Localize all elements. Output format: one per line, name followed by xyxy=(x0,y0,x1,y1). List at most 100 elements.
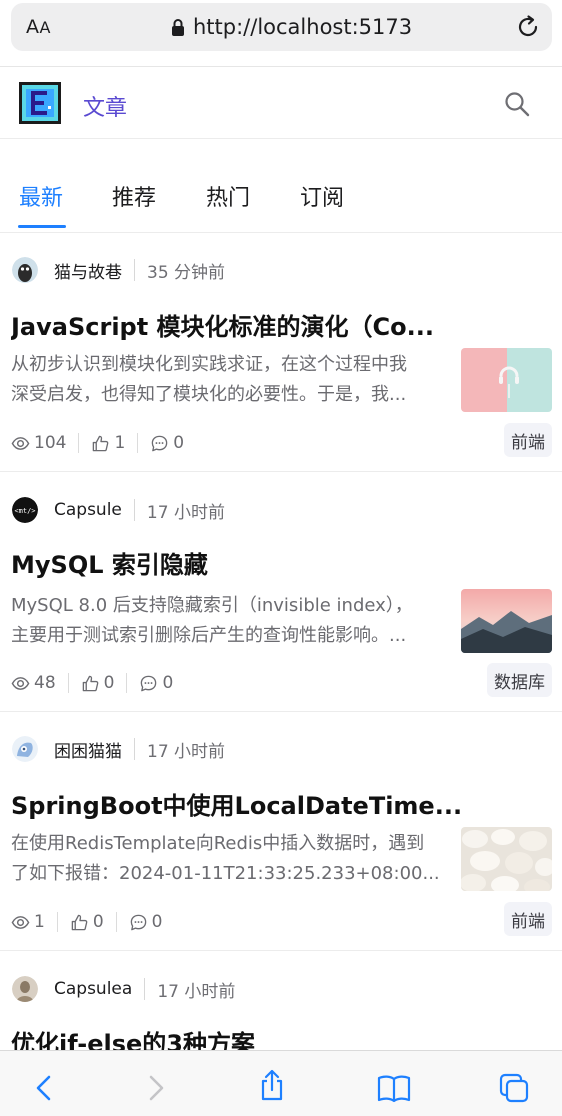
author-avatar[interactable] xyxy=(12,736,38,762)
category-tag[interactable]: 数据库 xyxy=(487,663,552,697)
thumb-up-icon xyxy=(71,914,88,930)
article-summary[interactable]: 从初步认识到模块化到实践求证，在这个过程中我 深受启发，也得知了模块化的必要性。… xyxy=(11,350,457,410)
divider xyxy=(137,433,139,453)
svg-text:<mt/>: <mt/> xyxy=(14,507,35,515)
post-time: 17 小时前 xyxy=(157,981,236,1002)
likes-count: 1 xyxy=(114,433,126,453)
article-summary[interactable]: MySQL 8.0 后支持隐藏索引（invisible index）， 主要用于… xyxy=(11,591,457,651)
article-stats: 48 0 0 xyxy=(11,671,173,695)
aa-label-small: A xyxy=(39,18,51,37)
article-item[interactable]: 猫与故巷 35 分钟前 JavaScript 模块化标准的演化（Co... 从初… xyxy=(0,255,562,472)
feed-tabs: 最新 推荐 热门 订阅 xyxy=(0,168,562,233)
url-text: http://localhost:5173 xyxy=(193,15,413,39)
reader-settings-button[interactable]: AA xyxy=(26,16,51,38)
comments-count: 0 xyxy=(162,673,174,693)
likes-stat[interactable]: 1 xyxy=(91,433,125,453)
divider xyxy=(144,978,146,1000)
aa-label-big: A xyxy=(26,16,40,38)
views-stat: 104 xyxy=(11,433,66,453)
author-name[interactable]: Capsulea xyxy=(54,979,132,999)
divider xyxy=(56,912,58,932)
divider xyxy=(134,259,135,281)
share-icon[interactable] xyxy=(255,1068,289,1102)
article-thumbnail[interactable] xyxy=(461,348,552,412)
tab-subscribed[interactable]: 订阅 xyxy=(300,180,344,212)
post-time: 17 小时前 xyxy=(147,741,226,762)
post-time: 17 小时前 xyxy=(146,502,225,523)
divider xyxy=(78,433,80,453)
forward-icon[interactable] xyxy=(138,1071,172,1105)
views-count: 104 xyxy=(34,433,67,453)
divider xyxy=(133,499,135,521)
summary-line: 了如下报错：2024-01-11T21:33:25.233+08:00... xyxy=(11,863,440,884)
bookmarks-icon[interactable] xyxy=(377,1071,411,1105)
author-row: 猫与故巷 35 分钟前 xyxy=(12,255,225,285)
comments-stat[interactable]: 0 xyxy=(139,673,173,693)
likes-stat[interactable]: 0 xyxy=(81,673,115,693)
article-item[interactable]: 困困猫猫 17 小时前 SpringBoot中使用LocalDateTime..… xyxy=(0,734,562,951)
views-stat: 1 xyxy=(11,912,45,932)
comment-icon xyxy=(141,675,157,691)
article-summary[interactable]: 在使用RedisTemplate向Redis中插入数据时，遇到 了如下报错：20… xyxy=(11,829,457,889)
tab-latest[interactable]: 最新 xyxy=(19,180,63,212)
divider xyxy=(126,673,128,693)
likes-stat[interactable]: 0 xyxy=(70,912,104,932)
divider xyxy=(67,673,69,693)
tabs-icon[interactable] xyxy=(497,1071,531,1105)
article-stats: 104 1 0 xyxy=(11,431,184,455)
tab-hot[interactable]: 热门 xyxy=(206,180,250,212)
thumb-up-icon xyxy=(82,675,98,691)
post-time: 35 分钟前 xyxy=(147,262,226,283)
back-icon[interactable] xyxy=(28,1071,62,1105)
likes-count: 0 xyxy=(103,673,115,693)
article-thumbnail[interactable] xyxy=(461,589,552,653)
article-title[interactable]: JavaScript 模块化标准的演化（Co... xyxy=(11,307,551,342)
url-display[interactable]: http://localhost:5173 xyxy=(171,14,412,40)
comments-stat[interactable]: 0 xyxy=(129,912,163,932)
views-count: 1 xyxy=(34,912,45,932)
author-row: Capsulea 17 小时前 xyxy=(12,974,235,1004)
author-avatar[interactable] xyxy=(12,976,38,1002)
thumb-up-icon xyxy=(93,435,109,451)
author-name[interactable]: 困困猫猫 xyxy=(54,737,122,762)
app-title[interactable]: 文章 xyxy=(83,90,127,122)
eye-icon xyxy=(11,676,30,690)
eye-icon xyxy=(11,915,30,929)
comment-icon xyxy=(130,914,146,930)
author-avatar[interactable] xyxy=(12,257,38,283)
views-stat: 48 xyxy=(11,673,56,693)
tab-recommended[interactable]: 推荐 xyxy=(112,180,156,212)
app-logo[interactable] xyxy=(16,79,64,127)
lock-icon xyxy=(172,18,184,36)
reload-icon[interactable] xyxy=(514,13,542,41)
active-tab-indicator xyxy=(18,225,66,228)
search-icon[interactable] xyxy=(503,90,531,118)
likes-count: 0 xyxy=(92,912,104,932)
summary-line: 从初步认识到模块化到实践求证，在这个过程中我 xyxy=(11,354,407,375)
summary-line: 主要用于测试索引删除后产生的查询性能影响。... xyxy=(11,625,407,646)
category-tag[interactable]: 前端 xyxy=(504,902,552,936)
eye-icon xyxy=(11,436,30,450)
views-count: 48 xyxy=(34,673,56,693)
comments-count: 0 xyxy=(173,433,185,453)
author-row: 困困猫猫 17 小时前 xyxy=(12,734,225,764)
divider xyxy=(134,738,135,760)
category-tag[interactable]: 前端 xyxy=(504,423,552,457)
summary-line: MySQL 8.0 后支持隐藏索引（invisible index）， xyxy=(11,595,413,616)
article-item[interactable]: <mt/> Capsule 17 小时前 MySQL 索引隐藏 MySQL 8.… xyxy=(0,495,562,712)
comments-stat[interactable]: 0 xyxy=(150,433,184,453)
author-avatar[interactable]: <mt/> xyxy=(12,497,38,523)
article-item[interactable]: Capsulea 17 小时前 优化if-else的3种方案 xyxy=(0,974,562,1058)
summary-line: 在使用RedisTemplate向Redis中插入数据时，遇到 xyxy=(11,833,425,854)
comments-count: 0 xyxy=(151,912,163,932)
article-stats: 1 0 0 xyxy=(11,910,162,934)
address-bar[interactable]: AA http://localhost:5173 xyxy=(11,3,552,51)
article-title[interactable]: MySQL 索引隐藏 xyxy=(11,545,551,580)
browser-address-area: AA http://localhost:5173 xyxy=(0,0,562,64)
summary-line: 深受启发，也得知了模块化的必要性。于是，我... xyxy=(11,384,407,405)
author-name[interactable]: 猫与故巷 xyxy=(54,258,122,283)
author-name[interactable]: Capsule xyxy=(54,500,122,520)
article-thumbnail[interactable] xyxy=(461,827,552,891)
browser-toolbar xyxy=(0,1050,562,1116)
article-title[interactable]: SpringBoot中使用LocalDateTime... xyxy=(11,786,551,821)
